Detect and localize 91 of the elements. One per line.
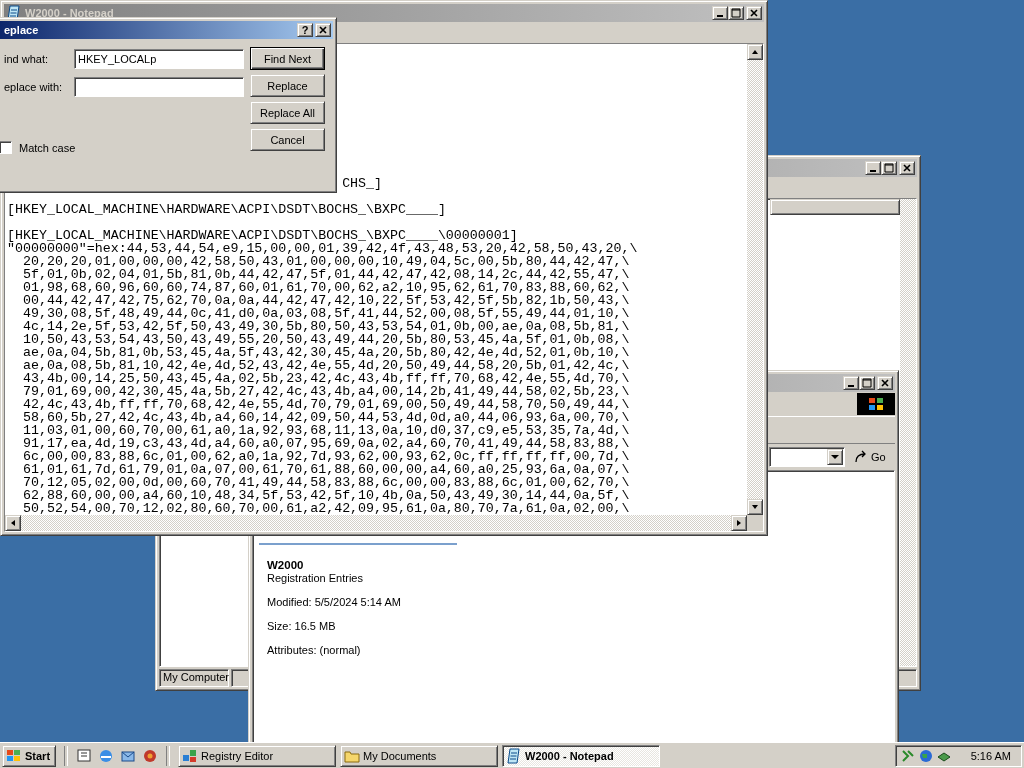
taskbar-button[interactable]: My Documents xyxy=(340,744,498,767)
dialog-button[interactable]: Find Next xyxy=(250,47,325,70)
file-detail: Modified: 5/5/2024 5:14 AM xyxy=(267,596,402,608)
text-line: 49,30,08,5f,48,49,44,0c,41,d0,0a,03,08,5f,41,44,52,00,08,5f,55,49,44,01,10,\ xyxy=(21,307,630,320)
text-line: 01,98,68,60,96,60,60,74,87,60,01,61,70,00,62,a2,10,95,62,61,70,83,88,60,62,\ xyxy=(21,281,630,294)
dialog-button[interactable]: Replace All xyxy=(250,101,325,124)
text-line: 58,60,5b,27,42,4c,43,4b,a4,60,14,42,09,50,44,53,4d,0d,a0,44,06,93,6a,00,70,\ xyxy=(21,411,630,424)
down-arrow-icon xyxy=(751,503,759,511)
text-line: 50,52,54,00,70,12,02,80,60,70,00,61,a2,42,09,95,61,0a,80,70,7a,61,0a,02,00,\ xyxy=(21,502,630,515)
text-line: 6c,00,00,83,88,6c,01,00,62,a0,1a,92,7d,93,62,00,93,62,0c,ff,ff,ff,ff,00,7d,\ xyxy=(21,450,630,463)
vertical-scrollbar[interactable] xyxy=(747,44,763,515)
text-line: 91,17,ea,4d,19,c3,43,4d,a4,60,a0,07,95,69,0a,02,a4,60,70,41,49,44,58,83,88,\ xyxy=(21,437,630,450)
text-line: ae,0a,04,5b,81,0b,53,45,4a,5f,43,42,30,45,4a,20,5b,80,42,4e,4d,52,01,0b,10,\ xyxy=(21,346,630,359)
text-line: 20,20,20,01,00,00,00,42,58,50,43,01,00,00,00,10,49,04,5c,00,5b,80,44,42,47,\ xyxy=(21,255,630,268)
input-field[interactable]: HKEY_LOCALp xyxy=(74,49,244,69)
globe-icon[interactable] xyxy=(918,747,934,764)
maximize-icon xyxy=(884,163,894,173)
text-line: 00,44,42,47,42,75,62,70,0a,0a,44,42,47,42,10,22,5f,53,42,5f,5b,82,1b,50,43,\ xyxy=(21,294,630,307)
text-line: 61,01,61,7d,61,79,01,0a,07,00,61,70,61,88,60,00,00,a4,60,a0,25,93,6a,0a,07,\ xyxy=(21,463,630,476)
scroll-up-button[interactable] xyxy=(747,44,763,60)
input-field[interactable] xyxy=(74,77,244,97)
close-icon xyxy=(318,25,328,35)
scroll-down-button[interactable] xyxy=(747,499,763,515)
close-icon xyxy=(902,163,912,173)
text-line: 4c,14,2e,5f,53,42,5f,50,43,49,30,5b,80,50,43,53,54,01,0b,00,ae,0a,08,5b,81,\ xyxy=(21,320,630,333)
close-button[interactable] xyxy=(899,161,915,175)
text-line: CHS_] xyxy=(342,177,383,190)
text-line: 42,4c,43,4b,ff,ff,70,68,42,4e,55,4d,70,79,01,69,00,50,49,44,58,70,50,49,44,\ xyxy=(21,398,630,411)
media-icon[interactable] xyxy=(142,747,158,764)
scroll-right-button[interactable] xyxy=(731,515,747,531)
cubes-icon xyxy=(182,747,198,764)
start-button[interactable]: Start xyxy=(2,744,56,767)
taskbar-button[interactable]: Registry Editor xyxy=(178,744,336,767)
scroll-left-button[interactable] xyxy=(5,515,21,531)
left-arrow-icon xyxy=(9,519,17,527)
windows-logo-icon xyxy=(857,393,895,415)
text-line: 79,01,69,00,42,30,45,4a,5b,27,42,4c,43,4b,a4,00,14,2b,41,49,44,58,02,5b,23,\ xyxy=(21,385,630,398)
window-title: W2000 - Notepad xyxy=(25,7,114,19)
file-detail: Size: 16.5 MB xyxy=(267,620,337,632)
close-icon xyxy=(880,378,890,388)
close-button[interactable] xyxy=(746,6,762,20)
dialog-title: eplace xyxy=(3,24,39,36)
column-header[interactable] xyxy=(770,199,900,215)
maximize-button[interactable] xyxy=(881,161,897,175)
minimize-button[interactable] xyxy=(843,376,859,390)
up-arrow-icon xyxy=(751,48,759,56)
minimize-icon xyxy=(717,15,723,17)
text-line: "00000000"=hex:44,53,44,54,e9,15,00,00,01,39,42,4f,43,48,53,20,42,58,50,43,20,\ xyxy=(7,242,638,255)
close-icon xyxy=(749,8,759,18)
checkbox-label: Match case xyxy=(19,141,76,154)
dialog-button[interactable]: Cancel xyxy=(250,128,325,151)
text-line: ae,0a,08,5b,81,10,42,4e,4d,52,43,42,4e,55,4d,20,50,49,44,58,20,5b,01,42,4c,\ xyxy=(21,359,630,372)
windows-flag-icon xyxy=(6,748,22,763)
maximize-button[interactable] xyxy=(728,6,744,20)
address-field[interactable] xyxy=(769,447,845,467)
text-line: 43,4b,00,14,25,50,43,45,4a,02,5b,23,42,4c,43,4b,ff,ff,70,68,42,4e,55,4d,70,\ xyxy=(21,372,630,385)
notepad-icon xyxy=(506,747,522,764)
minimize-button[interactable] xyxy=(712,6,728,20)
text-line: 5f,01,0b,02,04,01,5b,81,0b,44,42,47,5f,01,44,42,47,42,08,14,2c,44,42,55,47,\ xyxy=(21,268,630,281)
file-name: W2000 xyxy=(267,559,305,571)
minimize-icon xyxy=(870,170,876,172)
caret-icon xyxy=(831,454,839,460)
text-line: 62,88,60,00,00,a4,60,10,48,34,5f,53,42,5f,10,4b,0a,50,43,49,30,14,44,0a,5f,\ xyxy=(21,489,630,502)
minimize-icon xyxy=(848,385,854,387)
text-line: 10,50,43,53,54,43,50,43,49,55,20,50,43,49,44,20,5b,80,53,45,4a,5f,01,0b,08,\ xyxy=(21,333,630,346)
field-label: ind what: xyxy=(3,53,50,65)
status-text: My Computer xyxy=(159,669,229,687)
browser-icon[interactable] xyxy=(98,747,114,764)
close-button[interactable] xyxy=(315,23,331,37)
dialog-button[interactable]: Replace xyxy=(250,74,325,97)
scrollbar[interactable] xyxy=(900,199,916,666)
maximize-icon xyxy=(862,378,872,388)
text-line: 70,12,05,02,00,0d,00,60,70,41,49,44,58,83,88,6c,00,00,83,88,6c,01,00,62,70,\ xyxy=(21,476,630,489)
desktop-icon[interactable] xyxy=(76,747,92,764)
text-line: [HKEY_LOCAL_MACHINE\HARDWARE\ACPI\DSDT\BOCHS_\BXPC____\00000001] xyxy=(7,229,518,242)
taskbar-button[interactable]: W2000 - Notepad xyxy=(502,744,660,767)
dropdown-button[interactable] xyxy=(827,449,843,465)
text-line: 11,03,01,00,60,70,00,61,a0,1a,92,93,68,11,13,0a,10,d0,37,c9,e5,53,35,7a,4d,\ xyxy=(21,424,630,437)
checkbox[interactable] xyxy=(0,141,12,154)
help-button[interactable]: ? xyxy=(297,23,313,37)
maximize-icon xyxy=(731,8,741,18)
clock: 5:16 AM xyxy=(970,749,1011,762)
right-arrow-icon xyxy=(735,519,743,527)
network-icon[interactable] xyxy=(900,747,916,764)
file-detail: Attributes: (normal) xyxy=(267,644,362,656)
maximize-button[interactable] xyxy=(859,376,875,390)
field-label: eplace with: xyxy=(3,81,64,93)
close-button[interactable] xyxy=(877,376,893,390)
file-type: Registration Entries xyxy=(267,572,364,584)
text-line: [HKEY_LOCAL_MACHINE\HARDWARE\ACPI\DSDT\BOCHS_\BXPC____] xyxy=(7,203,446,216)
minimize-button[interactable] xyxy=(865,161,881,175)
